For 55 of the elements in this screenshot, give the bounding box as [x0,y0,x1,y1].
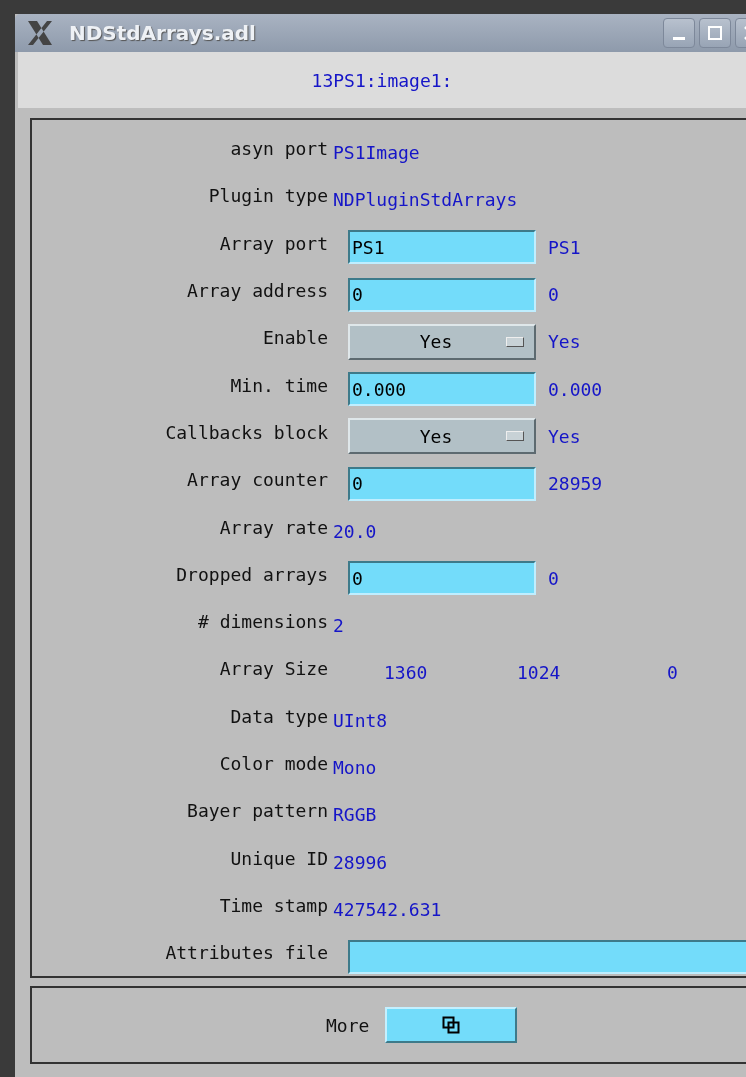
value-text: NDPluginStdArrays [333,189,518,211]
field-label: Attributes file [164,942,328,964]
readback-text: Yes [548,331,581,353]
value-text: 427542.631 [333,898,442,920]
value-text: 1360 [384,662,429,684]
value-text: PS1Image [333,142,420,164]
field-label: asyn port [229,138,328,160]
value-text: 1024 [517,662,562,684]
minimize-button[interactable] [663,18,695,48]
input-field[interactable] [348,939,746,974]
readback-text: 0 [548,284,559,306]
maximize-button[interactable] [699,18,731,48]
field-label: Unique ID [229,847,328,869]
input-field[interactable]: 0 [348,466,536,501]
input-field[interactable]: 0 [348,561,536,596]
menu-button[interactable]: Yes [348,323,536,360]
field-label: Array port [218,232,328,254]
readback-text: Yes [548,425,581,447]
x-logo-icon [25,18,55,48]
field-label: Callbacks block [164,421,328,443]
field-label: # dimensions [196,611,328,633]
field-label: Data type [229,705,328,727]
field-label: Array Size [218,658,328,680]
value-text: Mono [333,757,377,778]
more-label: More [326,1014,370,1036]
value-text: 0 [667,662,678,684]
maximize-icon [707,25,723,41]
readback-text: PS1 [548,236,581,258]
overlap-squares-icon [442,1016,461,1034]
input-field[interactable]: 0.000 [348,372,536,407]
more-button[interactable] [385,1007,518,1043]
value-text: 28996 [333,851,388,873]
value-text: RGGB [333,804,377,826]
window-title: NDStdArrays.adl [69,21,256,45]
readback-text: 0 [548,567,559,589]
menu-button[interactable]: Yes [348,418,536,455]
value-text: 20.0 [333,520,377,542]
value-text: UInt8 [333,709,388,731]
field-label: Plugin type [207,185,328,207]
value-text: 2 [333,615,344,637]
field-label: Array rate [218,516,328,538]
prefix-text: 13PS1:image1: [311,69,453,91]
input-field[interactable]: PS1 [348,230,536,265]
minimize-icon [673,36,685,40]
input-field[interactable]: 0 [348,277,536,312]
field-label: Min. time [229,374,328,396]
field-label: Enable [261,327,328,349]
field-label: Bayer pattern [186,800,328,822]
field-label: Dropped arrays [175,563,328,585]
field-label: Array address [186,280,328,302]
field-label: Array counter [186,469,328,491]
field-label: Time stamp [218,894,328,916]
field-label: Color mode [218,753,328,774]
readback-text: 28959 [548,473,603,495]
readback-text: 0.000 [548,378,603,400]
